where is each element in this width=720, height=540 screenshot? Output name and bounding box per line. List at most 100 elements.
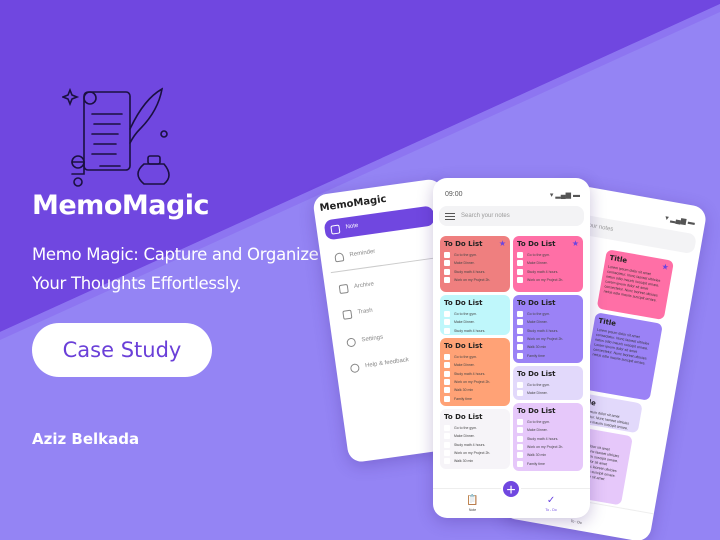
todo-item: Study math 4 hours. [444, 268, 506, 276]
tagline-line-1: Memo Magic: Capture and Organize [32, 245, 319, 264]
clipboard-icon: 📋 [466, 495, 479, 506]
todo-card[interactable]: To Do List Go to the gym. Make Dinner. Stud… [440, 295, 510, 335]
card-title: To Do List [517, 407, 556, 415]
checkbox[interactable] [444, 433, 450, 440]
status-icons: ▾ ▂▄▆ ▬ [549, 192, 580, 199]
drawer-item-reminder[interactable]: Reminder [327, 233, 439, 268]
todo-item: Work on my Project 2h. [444, 449, 506, 457]
clock: 09:00 [445, 191, 463, 198]
add-note-button[interactable]: + [501, 479, 521, 499]
todo-item: Family time [444, 394, 506, 402]
card-title: To Do List [517, 240, 556, 248]
checkbox[interactable] [517, 319, 523, 326]
checkbox[interactable] [444, 387, 450, 394]
todo-item: Study math 4 hours. [517, 435, 579, 443]
todo-item: Go to the gym. [444, 251, 506, 259]
checkbox[interactable] [517, 268, 523, 275]
checkbox[interactable] [517, 327, 523, 334]
checkbox[interactable] [444, 395, 450, 402]
card-title: To Do List [444, 413, 483, 421]
checkbox[interactable] [517, 252, 523, 259]
checkbox[interactable] [444, 311, 450, 318]
todo-text: Make Dinner. [527, 320, 548, 325]
todo-text: Go to the gym. [454, 426, 477, 431]
todo-item: Go to the gym. [517, 310, 579, 318]
note-card[interactable]: Title ★ Lorem ipsum dolor sit amet consect… [596, 249, 675, 321]
checkbox[interactable] [517, 444, 523, 451]
todo-card[interactable]: To Do List ★ Go to the gym. Make Dinner. Stu… [513, 236, 583, 292]
star-icon[interactable]: ★ [499, 239, 506, 248]
case-study-button[interactable]: Case Study [32, 323, 212, 377]
todo-text: Work on my Project 2h. [527, 337, 564, 342]
todo-card[interactable]: To Do List Go to the gym. Make Dinner. Stud… [513, 403, 583, 471]
todo-card[interactable]: To Do List Go to the gym. Make Dinner. Stud… [513, 295, 583, 363]
todo-text: Make Dinner. [454, 434, 475, 439]
checkbox[interactable] [517, 390, 523, 397]
checkbox[interactable] [517, 311, 523, 318]
todo-text: Make Dinner. [454, 261, 475, 266]
checkbox[interactable] [444, 379, 450, 386]
star-icon[interactable]: ★ [661, 262, 670, 272]
checkbox[interactable] [444, 268, 450, 275]
checkbox[interactable] [517, 427, 523, 434]
card-title: To Do List [444, 342, 483, 350]
todo-text: Work on my Project 2h. [454, 380, 491, 385]
checkbox[interactable] [444, 370, 450, 377]
note-icon [330, 223, 341, 235]
todo-text: Study math 4 hours. [527, 269, 559, 274]
checkbox[interactable] [444, 362, 450, 369]
todo-card[interactable]: To Do List Go to the gym. Make Dinner. Stud… [440, 338, 510, 406]
checkbox[interactable] [517, 435, 523, 442]
nav-note[interactable]: 📋 Note [466, 495, 478, 512]
todo-item: Make Dinner. [517, 318, 579, 326]
todo-text: Study math 4 hours. [454, 269, 486, 274]
todo-item: Study math 4 hours. [517, 327, 579, 335]
status-bar: 09:00 ▾ ▂▄▆ ▬ [445, 191, 580, 199]
todo-text: Family time [527, 353, 545, 358]
checkbox[interactable] [444, 441, 450, 448]
menu-icon[interactable] [445, 212, 455, 220]
todo-card[interactable]: To Do List ★ Go to the gym. Make Dinner. Stu… [440, 236, 510, 292]
checkbox[interactable] [517, 336, 523, 343]
todo-text: Family time [527, 461, 545, 466]
todo-text: Make Dinner. [454, 320, 475, 325]
checkbox[interactable] [517, 460, 523, 467]
nav-todo[interactable]: ✓To - Do [545, 495, 556, 512]
todo-card[interactable]: To Do List Go to the gym. Make Dinner. Stud… [440, 409, 510, 469]
todo-item: Make Dinner. [517, 259, 579, 267]
search-bar[interactable]: Search your notes [439, 206, 584, 226]
checkbox[interactable] [517, 277, 523, 284]
checkbox[interactable] [517, 260, 523, 267]
checkbox[interactable] [444, 319, 450, 326]
checkbox[interactable] [517, 352, 523, 359]
checkbox[interactable] [444, 425, 450, 432]
checkbox[interactable] [517, 419, 523, 426]
todo-item: Family time [517, 459, 579, 467]
checkbox[interactable] [444, 327, 450, 334]
checkbox[interactable] [517, 382, 523, 389]
checkbox[interactable] [444, 458, 450, 465]
todo-item: Study math 4 hours. [444, 327, 506, 335]
search-placeholder: Search your notes [461, 213, 510, 219]
todo-card[interactable]: To Do List Go to the gym. Make Dinner. [513, 366, 583, 400]
checkbox[interactable] [444, 354, 450, 361]
checkbox[interactable] [517, 452, 523, 459]
checkbox[interactable] [444, 252, 450, 259]
star-icon[interactable]: ★ [572, 239, 579, 248]
note-body: Lorem ipsum dolor sit amet consectetur. … [603, 264, 661, 303]
note-card[interactable]: TitleLorem ipsum dolor sit amet consecte… [582, 312, 663, 401]
todo-item: Make Dinner. [517, 426, 579, 434]
todo-item: Make Dinner. [444, 259, 506, 267]
checkbox[interactable] [444, 277, 450, 284]
todo-item: Walk 30 min [517, 451, 579, 459]
todo-text: Go to the gym. [527, 312, 550, 317]
todo-item: Work on my Project 2h. [517, 276, 579, 284]
todo-text: Walk 30 min [527, 345, 547, 350]
checkbox[interactable] [517, 344, 523, 351]
todo-text: Make Dinner. [454, 363, 475, 368]
checkbox[interactable] [444, 260, 450, 267]
bell-icon [334, 251, 345, 262]
author-name: Aziz Belkada [32, 430, 140, 448]
checkbox[interactable] [444, 450, 450, 457]
scroll-quill-icon [62, 87, 170, 187]
